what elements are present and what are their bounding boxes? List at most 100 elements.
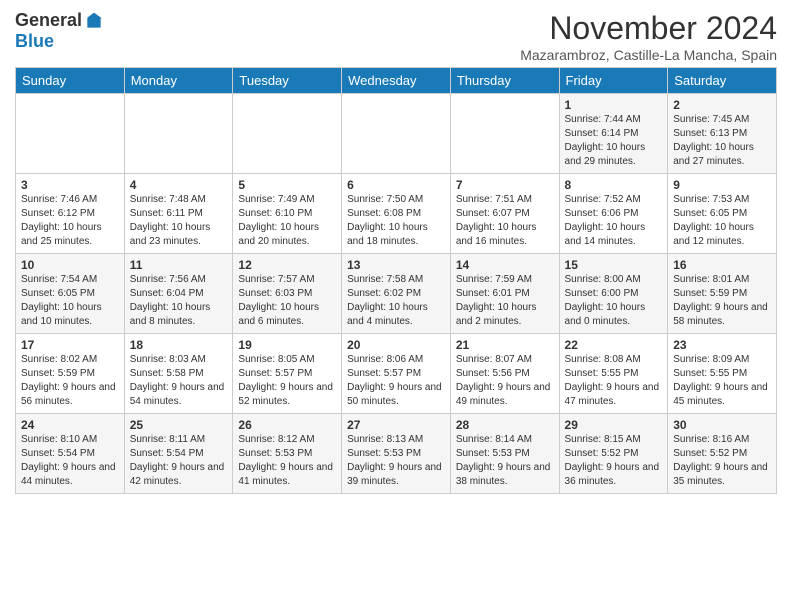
day-cell-4-4: 28Sunrise: 8:14 AM Sunset: 5:53 PM Dayli… bbox=[450, 414, 559, 494]
day-cell-3-3: 20Sunrise: 8:06 AM Sunset: 5:57 PM Dayli… bbox=[342, 334, 451, 414]
day-cell-4-3: 27Sunrise: 8:13 AM Sunset: 5:53 PM Dayli… bbox=[342, 414, 451, 494]
day-cell-0-5: 1Sunrise: 7:44 AM Sunset: 6:14 PM Daylig… bbox=[559, 94, 668, 174]
day-number-4-6: 30 bbox=[673, 418, 771, 432]
day-number-2-1: 11 bbox=[130, 258, 228, 272]
day-number-1-6: 9 bbox=[673, 178, 771, 192]
week-row-2: 10Sunrise: 7:54 AM Sunset: 6:05 PM Dayli… bbox=[16, 254, 777, 334]
day-cell-3-5: 22Sunrise: 8:08 AM Sunset: 5:55 PM Dayli… bbox=[559, 334, 668, 414]
week-row-3: 17Sunrise: 8:02 AM Sunset: 5:59 PM Dayli… bbox=[16, 334, 777, 414]
day-number-1-4: 7 bbox=[456, 178, 554, 192]
day-info-3-4: Sunrise: 8:07 AM Sunset: 5:56 PM Dayligh… bbox=[456, 353, 554, 409]
day-number-0-5: 1 bbox=[565, 98, 663, 112]
day-info-0-6: Sunrise: 7:45 AM Sunset: 6:13 PM Dayligh… bbox=[673, 113, 771, 169]
day-cell-4-6: 30Sunrise: 8:16 AM Sunset: 5:52 PM Dayli… bbox=[668, 414, 777, 494]
month-title: November 2024 bbox=[520, 10, 777, 47]
col-monday: Monday bbox=[124, 68, 233, 94]
day-number-1-2: 5 bbox=[238, 178, 336, 192]
day-number-1-5: 8 bbox=[565, 178, 663, 192]
day-cell-2-2: 12Sunrise: 7:57 AM Sunset: 6:03 PM Dayli… bbox=[233, 254, 342, 334]
day-cell-3-0: 17Sunrise: 8:02 AM Sunset: 5:59 PM Dayli… bbox=[16, 334, 125, 414]
day-cell-1-4: 7Sunrise: 7:51 AM Sunset: 6:07 PM Daylig… bbox=[450, 174, 559, 254]
day-number-3-3: 20 bbox=[347, 338, 445, 352]
day-info-4-6: Sunrise: 8:16 AM Sunset: 5:52 PM Dayligh… bbox=[673, 433, 771, 489]
day-cell-3-6: 23Sunrise: 8:09 AM Sunset: 5:55 PM Dayli… bbox=[668, 334, 777, 414]
week-row-4: 24Sunrise: 8:10 AM Sunset: 5:54 PM Dayli… bbox=[16, 414, 777, 494]
location: Mazarambroz, Castille-La Mancha, Spain bbox=[520, 47, 777, 63]
day-number-1-3: 6 bbox=[347, 178, 445, 192]
day-number-4-2: 26 bbox=[238, 418, 336, 432]
col-thursday: Thursday bbox=[450, 68, 559, 94]
day-cell-1-5: 8Sunrise: 7:52 AM Sunset: 6:06 PM Daylig… bbox=[559, 174, 668, 254]
logo-general-text: General bbox=[15, 10, 82, 31]
day-info-3-2: Sunrise: 8:05 AM Sunset: 5:57 PM Dayligh… bbox=[238, 353, 336, 409]
day-number-2-2: 12 bbox=[238, 258, 336, 272]
day-info-1-0: Sunrise: 7:46 AM Sunset: 6:12 PM Dayligh… bbox=[21, 193, 119, 249]
calendar-header-row: Sunday Monday Tuesday Wednesday Thursday… bbox=[16, 68, 777, 94]
day-number-3-1: 18 bbox=[130, 338, 228, 352]
col-saturday: Saturday bbox=[668, 68, 777, 94]
day-info-1-1: Sunrise: 7:48 AM Sunset: 6:11 PM Dayligh… bbox=[130, 193, 228, 249]
day-cell-2-0: 10Sunrise: 7:54 AM Sunset: 6:05 PM Dayli… bbox=[16, 254, 125, 334]
day-cell-4-1: 25Sunrise: 8:11 AM Sunset: 5:54 PM Dayli… bbox=[124, 414, 233, 494]
day-info-2-5: Sunrise: 8:00 AM Sunset: 6:00 PM Dayligh… bbox=[565, 273, 663, 329]
day-cell-1-2: 5Sunrise: 7:49 AM Sunset: 6:10 PM Daylig… bbox=[233, 174, 342, 254]
day-info-4-4: Sunrise: 8:14 AM Sunset: 5:53 PM Dayligh… bbox=[456, 433, 554, 489]
day-info-1-3: Sunrise: 7:50 AM Sunset: 6:08 PM Dayligh… bbox=[347, 193, 445, 249]
day-number-3-2: 19 bbox=[238, 338, 336, 352]
day-info-3-3: Sunrise: 8:06 AM Sunset: 5:57 PM Dayligh… bbox=[347, 353, 445, 409]
day-info-3-5: Sunrise: 8:08 AM Sunset: 5:55 PM Dayligh… bbox=[565, 353, 663, 409]
day-cell-1-0: 3Sunrise: 7:46 AM Sunset: 6:12 PM Daylig… bbox=[16, 174, 125, 254]
day-cell-0-4 bbox=[450, 94, 559, 174]
day-info-4-5: Sunrise: 8:15 AM Sunset: 5:52 PM Dayligh… bbox=[565, 433, 663, 489]
day-info-1-6: Sunrise: 7:53 AM Sunset: 6:05 PM Dayligh… bbox=[673, 193, 771, 249]
day-number-4-0: 24 bbox=[21, 418, 119, 432]
col-tuesday: Tuesday bbox=[233, 68, 342, 94]
logo-blue-text: Blue bbox=[15, 31, 54, 51]
col-sunday: Sunday bbox=[16, 68, 125, 94]
week-row-1: 3Sunrise: 7:46 AM Sunset: 6:12 PM Daylig… bbox=[16, 174, 777, 254]
day-number-4-5: 29 bbox=[565, 418, 663, 432]
day-cell-2-3: 13Sunrise: 7:58 AM Sunset: 6:02 PM Dayli… bbox=[342, 254, 451, 334]
day-cell-1-6: 9Sunrise: 7:53 AM Sunset: 6:05 PM Daylig… bbox=[668, 174, 777, 254]
day-cell-0-1 bbox=[124, 94, 233, 174]
day-info-3-6: Sunrise: 8:09 AM Sunset: 5:55 PM Dayligh… bbox=[673, 353, 771, 409]
logo: General Blue bbox=[15, 10, 104, 52]
day-cell-1-3: 6Sunrise: 7:50 AM Sunset: 6:08 PM Daylig… bbox=[342, 174, 451, 254]
day-cell-3-1: 18Sunrise: 8:03 AM Sunset: 5:58 PM Dayli… bbox=[124, 334, 233, 414]
day-cell-4-0: 24Sunrise: 8:10 AM Sunset: 5:54 PM Dayli… bbox=[16, 414, 125, 494]
day-info-1-5: Sunrise: 7:52 AM Sunset: 6:06 PM Dayligh… bbox=[565, 193, 663, 249]
day-info-2-2: Sunrise: 7:57 AM Sunset: 6:03 PM Dayligh… bbox=[238, 273, 336, 329]
day-cell-2-6: 16Sunrise: 8:01 AM Sunset: 5:59 PM Dayli… bbox=[668, 254, 777, 334]
day-number-3-5: 22 bbox=[565, 338, 663, 352]
header: General Blue November 2024 Mazarambroz, … bbox=[15, 10, 777, 63]
day-info-4-2: Sunrise: 8:12 AM Sunset: 5:53 PM Dayligh… bbox=[238, 433, 336, 489]
day-info-0-5: Sunrise: 7:44 AM Sunset: 6:14 PM Dayligh… bbox=[565, 113, 663, 169]
day-number-2-0: 10 bbox=[21, 258, 119, 272]
day-info-2-6: Sunrise: 8:01 AM Sunset: 5:59 PM Dayligh… bbox=[673, 273, 771, 329]
day-number-1-1: 4 bbox=[130, 178, 228, 192]
day-number-4-1: 25 bbox=[130, 418, 228, 432]
page-container: General Blue November 2024 Mazarambroz, … bbox=[0, 0, 792, 504]
day-cell-2-4: 14Sunrise: 7:59 AM Sunset: 6:01 PM Dayli… bbox=[450, 254, 559, 334]
day-cell-2-5: 15Sunrise: 8:00 AM Sunset: 6:00 PM Dayli… bbox=[559, 254, 668, 334]
logo-icon bbox=[84, 11, 104, 31]
col-wednesday: Wednesday bbox=[342, 68, 451, 94]
day-cell-3-2: 19Sunrise: 8:05 AM Sunset: 5:57 PM Dayli… bbox=[233, 334, 342, 414]
day-info-4-1: Sunrise: 8:11 AM Sunset: 5:54 PM Dayligh… bbox=[130, 433, 228, 489]
calendar-table: Sunday Monday Tuesday Wednesday Thursday… bbox=[15, 67, 777, 494]
day-cell-0-0 bbox=[16, 94, 125, 174]
day-number-4-3: 27 bbox=[347, 418, 445, 432]
day-number-1-0: 3 bbox=[21, 178, 119, 192]
day-number-2-5: 15 bbox=[565, 258, 663, 272]
day-cell-4-5: 29Sunrise: 8:15 AM Sunset: 5:52 PM Dayli… bbox=[559, 414, 668, 494]
day-cell-3-4: 21Sunrise: 8:07 AM Sunset: 5:56 PM Dayli… bbox=[450, 334, 559, 414]
day-cell-0-3 bbox=[342, 94, 451, 174]
day-number-2-4: 14 bbox=[456, 258, 554, 272]
day-info-4-0: Sunrise: 8:10 AM Sunset: 5:54 PM Dayligh… bbox=[21, 433, 119, 489]
day-number-4-4: 28 bbox=[456, 418, 554, 432]
day-number-2-6: 16 bbox=[673, 258, 771, 272]
day-cell-2-1: 11Sunrise: 7:56 AM Sunset: 6:04 PM Dayli… bbox=[124, 254, 233, 334]
title-section: November 2024 Mazarambroz, Castille-La M… bbox=[520, 10, 777, 63]
day-number-3-0: 17 bbox=[21, 338, 119, 352]
col-friday: Friday bbox=[559, 68, 668, 94]
